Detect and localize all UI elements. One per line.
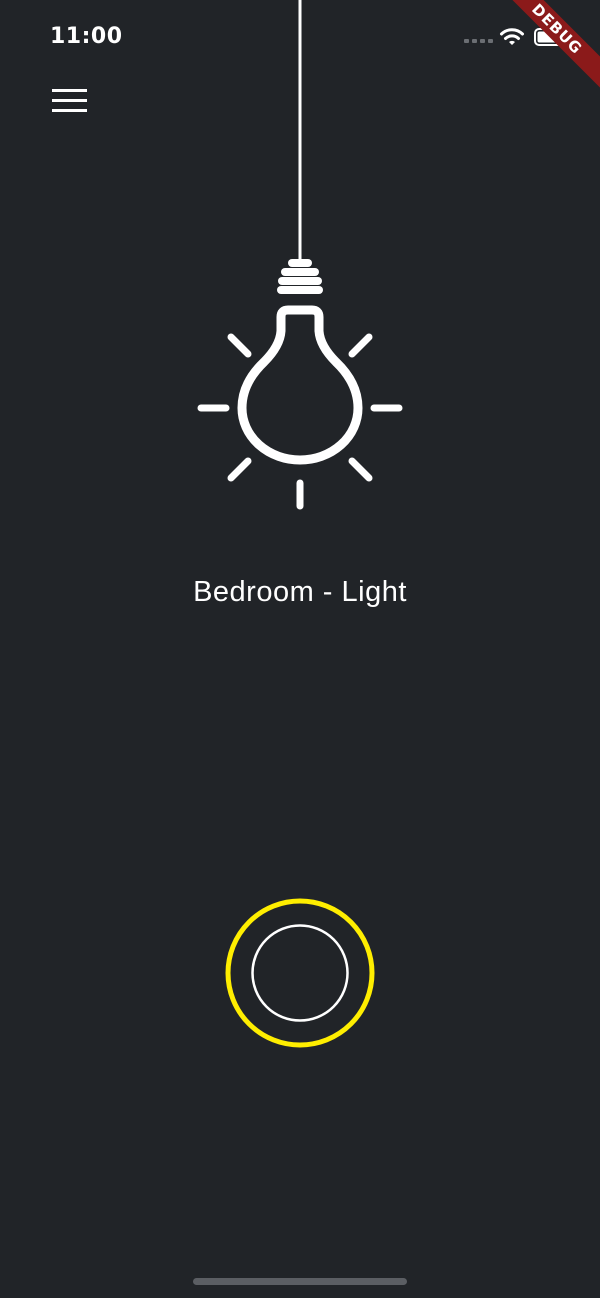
bulb-rays — [197, 333, 403, 510]
power-toggle-button[interactable] — [223, 897, 377, 1051]
bulb-socket — [277, 259, 323, 294]
power-ring-inner — [251, 924, 349, 1022]
hamburger-menu-icon — [52, 89, 87, 112]
light-bulb-icon — [197, 0, 403, 510]
menu-button[interactable] — [40, 76, 100, 126]
device-title: Bedroom - Light — [193, 576, 407, 608]
wifi-icon — [500, 28, 524, 45]
home-indicator[interactable] — [193, 1278, 407, 1285]
signal-dots-icon — [464, 39, 493, 43]
status-time: 11:00 — [50, 24, 123, 49]
power-ring-outer — [225, 898, 375, 1048]
power-toggle-icon — [225, 898, 375, 1048]
bulb-outline — [237, 305, 363, 465]
